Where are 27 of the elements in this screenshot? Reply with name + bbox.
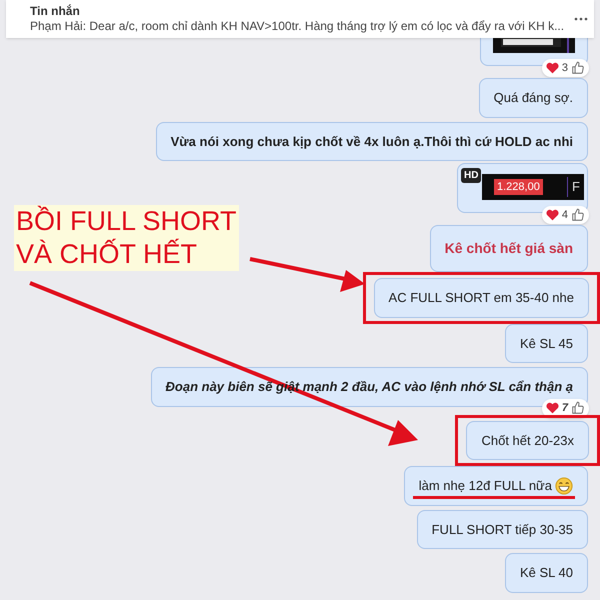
message-text: Kê SL 45 (520, 334, 573, 352)
price-label: 1.228,00 (494, 179, 543, 195)
message-text: Chốt hết 20-23x (481, 432, 574, 450)
notification-title: Tin nhắn (30, 4, 81, 19)
like-icon[interactable] (571, 401, 585, 416)
hd-badge: HD (461, 168, 482, 183)
message-text: Kê chốt hết giá sàn (444, 239, 573, 258)
heart-icon (546, 208, 559, 221)
like-icon[interactable] (571, 208, 585, 222)
axis-text: F (567, 177, 580, 197)
message-text: Kê SL 40 (520, 564, 573, 582)
notification-banner[interactable]: Tin nhắn Phạm Hải: Dear a/c, room chỉ dành KH NAV>100tr. Hàng tháng trợ lý em có lọc và đẩy ra với KH k... (6, 0, 594, 38)
message-text: AC FULL SHORT em 35-40 nhe (388, 289, 574, 307)
annotation-text: BỒI FULL SHORT (16, 205, 237, 238)
heart-icon (546, 402, 559, 414)
annotation-text: VÀ CHỐT HẾT (16, 238, 198, 271)
message-text: FULL SHORT tiếp 30-35 (432, 520, 573, 539)
reaction-count: 3 (562, 60, 568, 76)
heart-icon (546, 62, 559, 74)
more-icon[interactable] (574, 17, 588, 21)
message-text: làm nhẹ 12đ FULL nữa (418, 477, 552, 495)
message-text: Quá đáng sợ. (494, 89, 573, 107)
notification-preview: Phạm Hải: Dear a/c, room chỉ dành KH NAV>100tr. Hàng tháng trợ lý em có lọc và đẩy ra với KH k... (30, 19, 564, 34)
reaction-count: 4 (562, 208, 568, 222)
message-text: Vừa nói xong chưa kịp chốt về 4x luôn ạ.Thôi thì cứ HOLD ac nhi (170, 132, 573, 151)
like-icon[interactable] (571, 60, 585, 75)
reaction-count: 7 (562, 401, 568, 416)
